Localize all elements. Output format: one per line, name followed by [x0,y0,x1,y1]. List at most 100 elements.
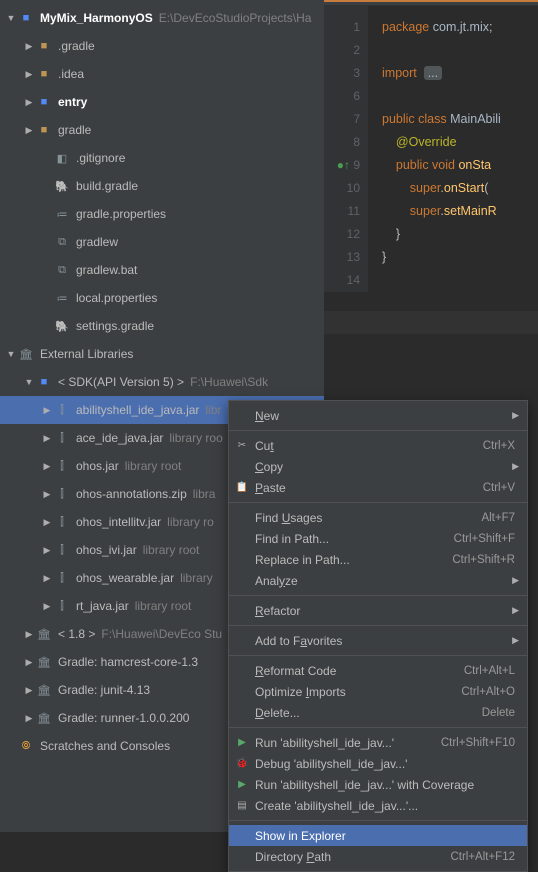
jar-label: ohos_ivi.jar [76,543,137,557]
menu-item-icon: ✂ [235,439,249,453]
menu-item-label: Add to Favorites [255,634,342,648]
jar-label: ohos.jar [76,459,119,473]
chevron-right-icon: ▶ [22,685,36,696]
tree-node[interactable]: 🐘build.gradle [0,172,324,200]
menu-item-cut[interactable]: ✂CutCtrl+X [229,435,527,456]
tree-node-label: .idea [58,67,84,81]
jar-suffix: library root [135,599,192,613]
menu-item-refactor[interactable]: Refactor▶ [229,600,527,621]
menu-item-show-in-explorer[interactable]: Show in Explorer [229,825,527,846]
tree-node[interactable]: ▶■entry [0,88,324,116]
menu-item-icon: ▶ [235,736,249,750]
menu-item-label: Find in Path... [255,532,329,546]
file-icon: ⧉ [54,234,70,250]
project-root-row[interactable]: ▼ ■ MyMix_HarmonyOS E:\DevEcoStudioProje… [0,4,324,32]
jar-suffix: library root [143,543,200,557]
menu-item-replace-in-path[interactable]: Replace in Path... Ctrl+Shift+R [229,549,527,570]
menu-item-new[interactable]: New▶ [229,405,527,426]
menu-item-icon: ▤ [235,799,249,813]
context-menu[interactable]: New▶✂CutCtrl+XCopy▶📋PasteCtrl+VFind Usag… [228,400,528,872]
tree-node-label: entry [58,95,87,109]
file-icon: ■ [36,66,52,82]
menu-item-optimize-imports[interactable]: Optimize Imports Ctrl+Alt+O [229,681,527,702]
submenu-arrow-icon: ▶ [512,461,519,472]
chevron-icon: ▶ [22,41,36,52]
gutter[interactable]: 123678●↑ 91011121314 [324,6,368,292]
chevron-icon: ▶ [22,125,36,136]
menu-item-label: Show in Explorer [255,829,346,843]
library-icon: 🏛 [36,682,52,698]
tree-node-label: local.properties [76,291,157,305]
code-content[interactable]: package com.jt.mix; import ... public cl… [368,6,538,292]
chevron-right-icon: ▶ [40,545,54,556]
jar-label: ohos-annotations.zip [76,487,187,501]
chevron-right-icon: ▶ [22,629,36,640]
tree-node[interactable]: ⧉gradlew [0,228,324,256]
submenu-arrow-icon: ▶ [512,410,519,421]
menu-item-shortcut: Ctrl+Shift+F10 [441,737,515,749]
tree-node[interactable]: ▶■.idea [0,60,324,88]
menu-separator [229,727,527,728]
jar-label: rt_java.jar [76,599,129,613]
menu-item-shortcut: Ctrl+Shift+R [452,554,515,566]
tree-node-label: .gradle [58,39,95,53]
menu-item-paste[interactable]: 📋PasteCtrl+V [229,477,527,498]
tree-node[interactable]: ▶■ .gradle [0,32,324,60]
menu-item-analyze[interactable]: Analyze▶ [229,570,527,591]
tree-node[interactable]: ⧉gradlew.bat [0,256,324,284]
menu-item-shortcut: Ctrl+Alt+O [461,686,515,698]
chevron-right-icon: ▶ [40,601,54,612]
menu-item-shortcut: Ctrl+V [483,482,515,494]
menu-item-label: Reformat Code [255,664,336,678]
tree-node[interactable]: ▶■gradle [0,116,324,144]
project-icon: ■ [18,10,34,26]
file-icon: ■ [36,38,52,54]
menu-item-delete[interactable]: Delete...Delete [229,702,527,723]
jar-suffix: library roo [169,431,222,445]
menu-item-label: Optimize Imports [255,685,346,699]
menu-item-find-in-path[interactable]: Find in Path... Ctrl+Shift+F [229,528,527,549]
file-icon: ■ [36,94,52,110]
menu-item-create-abilityshell-ide-jav[interactable]: ▤Create 'abilityshell_ide_jav...'... [229,795,527,816]
jar-icon: ⫿ [54,570,70,586]
file-icon: ⧉ [54,262,70,278]
menu-item-debug-abilityshell-ide-jav[interactable]: 🐞 Debug 'abilityshell_ide_jav...' [229,753,527,774]
sdk-icon: ■ [36,374,52,390]
menu-item-run-abilityshell-ide-jav[interactable]: ▶Run 'abilityshell_ide_jav...'Ctrl+Shift… [229,732,527,753]
menu-item-find-usages[interactable]: Find UsagesAlt+F7 [229,507,527,528]
jar-icon: ⫿ [54,402,70,418]
chevron-down-icon: ▼ [22,377,36,387]
chevron-right-icon: ▶ [40,405,54,416]
submenu-arrow-icon: ▶ [512,575,519,586]
library-icon: 🏛 [36,654,52,670]
tree-node[interactable]: ◧ .gitignore [0,144,324,172]
chevron-right-icon: ▶ [40,433,54,444]
tree-node[interactable]: ≔gradle.properties [0,200,324,228]
menu-item-icon: 🐞 [235,757,249,771]
tree-node[interactable]: 🐘settings.gradle [0,312,324,340]
file-icon: ◧ [54,150,70,166]
chevron-right-icon: ▶ [22,657,36,668]
sdk-row[interactable]: ▼ ■ < SDK(API Version 5) > F:\Huawei\Sdk [0,368,324,396]
menu-item-add-to-favorites[interactable]: Add to Favorites▶ [229,630,527,651]
menu-item-label: Debug 'abilityshell_ide_jav...' [255,757,407,771]
menu-item-shortcut: Ctrl+Shift+F [454,533,515,545]
tree-node[interactable]: ≔local.properties [0,284,324,312]
lib-label: Gradle: hamcrest-core-1.3 [58,655,198,669]
library-icon: 🏛 [18,346,34,362]
menu-item-label: Copy [255,460,283,474]
menu-item-directory-path[interactable]: Directory PathCtrl+Alt+F12 [229,846,527,867]
menu-item-icon: 📋 [235,481,249,495]
menu-item-label: Refactor [255,604,300,618]
menu-item-label: Cut [255,439,274,453]
menu-item-run-abilityshell-ide-jav-with-coverage[interactable]: ▶Run 'abilityshell_ide_jav...' with Cove… [229,774,527,795]
tree-node-label: .gitignore [76,151,125,165]
menu-item-reformat-code[interactable]: Reformat CodeCtrl+Alt+L [229,660,527,681]
chevron-down-icon: ▼ [4,13,18,23]
menu-item-label: Replace in Path... [255,553,350,567]
menu-item-copy[interactable]: Copy ▶ [229,456,527,477]
menu-separator [229,502,527,503]
sdk-label: < SDK(API Version 5) > [58,375,184,389]
menu-item-shortcut: Alt+F7 [481,512,515,524]
external-libraries-row[interactable]: ▼ 🏛 External Libraries [0,340,324,368]
